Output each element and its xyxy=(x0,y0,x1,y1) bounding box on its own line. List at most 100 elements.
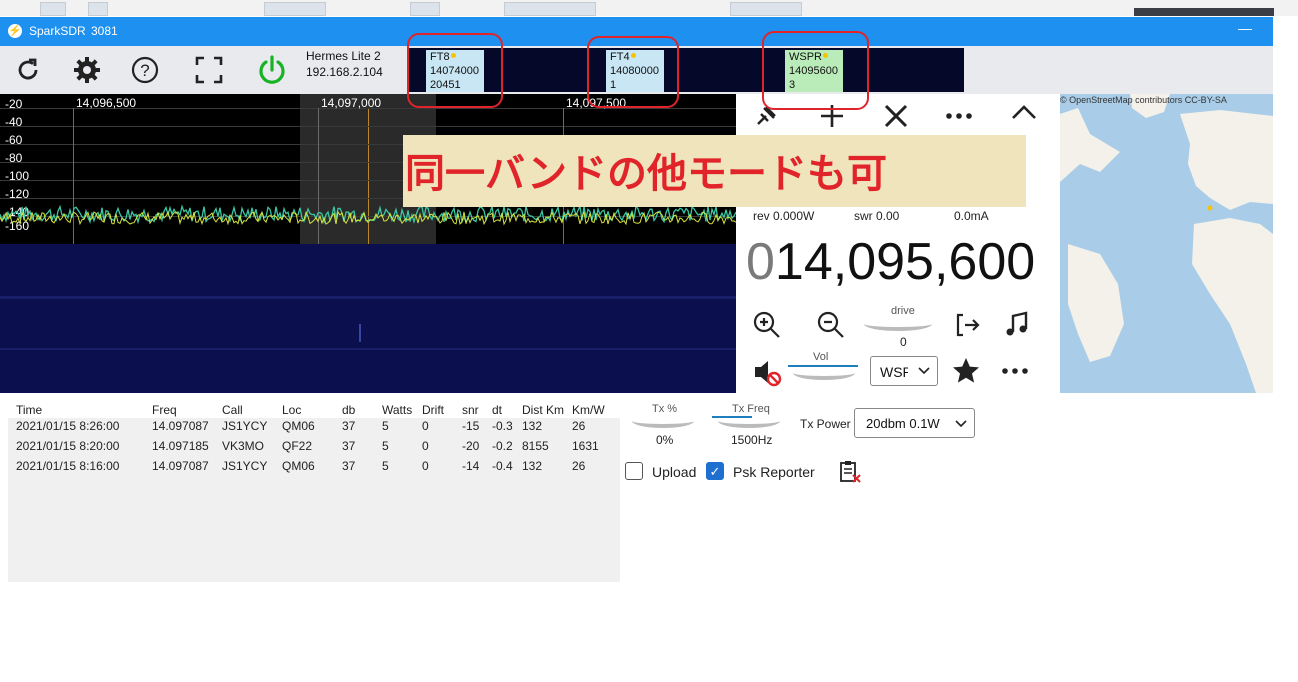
cell-loc: QF22 xyxy=(282,439,313,453)
col-dist[interactable]: Dist Km xyxy=(522,403,564,417)
clear-clipboard-icon[interactable] xyxy=(838,459,864,490)
more-options-icon[interactable] xyxy=(1000,356,1030,392)
mute-icon[interactable] xyxy=(752,356,784,394)
tx-freq-slider[interactable] xyxy=(718,414,780,428)
col-watts[interactable]: Watts xyxy=(382,403,412,417)
taskbar-item xyxy=(730,2,802,16)
drive-label: drive xyxy=(891,305,915,317)
col-db[interactable]: db xyxy=(342,403,355,417)
upload-checkbox[interactable] xyxy=(625,462,643,480)
col-dt[interactable]: dt xyxy=(492,403,502,417)
annotation-text: 同一バンドの他モードも可 xyxy=(405,152,887,196)
table-row[interactable]: 2021/01/15 8:26:00 14.097087 JS1YCY QM06… xyxy=(8,418,620,438)
cell-time: 2021/01/15 8:26:00 xyxy=(16,419,120,433)
volume-slider[interactable] xyxy=(793,366,855,380)
psk-reporter-label: Psk Reporter xyxy=(733,464,815,480)
music-icon[interactable] xyxy=(1002,310,1032,346)
svg-text:?: ? xyxy=(140,61,149,80)
col-drift[interactable]: Drift xyxy=(422,403,444,417)
refresh-icon[interactable] xyxy=(12,54,44,86)
drive-value: 0 xyxy=(900,335,907,349)
taskbar-item xyxy=(504,2,596,16)
zoom-out-icon[interactable] xyxy=(816,310,846,346)
minimize-button[interactable]: — xyxy=(1238,20,1252,36)
close-icon[interactable] xyxy=(882,102,910,136)
help-icon[interactable]: ? xyxy=(129,54,161,86)
waterfall-display[interactable] xyxy=(0,244,736,393)
mode-select[interactable]: WSPR xyxy=(870,356,938,386)
power-icon[interactable] xyxy=(256,54,288,86)
table-row[interactable]: 2021/01/15 8:20:00 14.097185 VK3MO QF22 … xyxy=(8,438,620,458)
chevron-down-icon xyxy=(954,418,968,433)
upload-label: Upload xyxy=(652,464,697,480)
exit-icon[interactable] xyxy=(952,310,982,346)
star-icon[interactable] xyxy=(951,356,981,392)
taskbar-item xyxy=(264,2,326,16)
decode-table: Time Freq Call Loc db Watts Drift snr dt… xyxy=(8,400,620,582)
tx-percent-value: 0% xyxy=(656,433,674,447)
taskbar-item xyxy=(88,2,108,16)
cell-drift: 0 xyxy=(422,439,429,453)
col-call[interactable]: Call xyxy=(222,403,243,417)
cell-snr: -14 xyxy=(462,459,480,473)
gear-icon[interactable] xyxy=(71,54,103,86)
taskbar-strip xyxy=(0,0,1298,16)
psk-reporter-checkbox[interactable]: ✓ xyxy=(706,462,724,480)
tx-power-select[interactable]: 20dbm 0.1W xyxy=(854,408,975,438)
cell-watts: 5 xyxy=(382,439,389,453)
taskbar-dark-block xyxy=(1134,8,1274,16)
app-port: 3081 xyxy=(91,24,118,38)
table-header: Time Freq Call Loc db Watts Drift snr dt… xyxy=(8,400,620,418)
zoom-in-icon[interactable] xyxy=(752,310,782,346)
highlight-ft4 xyxy=(587,36,679,108)
frequency-display[interactable]: 014,095,600 xyxy=(746,232,1035,292)
cell-snr: -15 xyxy=(462,419,480,433)
mode-select-value: WSPR xyxy=(880,364,908,380)
cell-time: 2021/01/15 8:16:00 xyxy=(16,459,120,473)
app-title: SparkSDR xyxy=(29,24,86,38)
cell-watts: 5 xyxy=(382,459,389,473)
waterfall-texture xyxy=(0,244,736,393)
cell-watts: 5 xyxy=(382,419,389,433)
cell-freq: 14.097185 xyxy=(152,439,209,453)
cell-freq: 14.097087 xyxy=(152,419,209,433)
cell-snr: -20 xyxy=(462,439,480,453)
cell-dt: -0.3 xyxy=(492,419,513,433)
tx-power-label: Tx Power xyxy=(800,417,851,431)
cell-drift: 0 xyxy=(422,459,429,473)
chevron-down-icon xyxy=(917,364,931,382)
drive-slider[interactable] xyxy=(864,317,932,331)
cell-loc: QM06 xyxy=(282,459,315,473)
map-landmass xyxy=(1060,94,1273,393)
taskbar-item xyxy=(40,2,66,16)
cell-drift: 0 xyxy=(422,419,429,433)
cell-db: 37 xyxy=(342,439,356,453)
frequency-value: 14,095,600 xyxy=(774,233,1036,291)
tx-freq-value: 1500Hz xyxy=(731,433,773,447)
col-freq[interactable]: Freq xyxy=(152,403,177,417)
cell-kmw: 26 xyxy=(572,459,586,473)
cell-dt: -0.4 xyxy=(492,459,513,473)
cell-freq: 14.097087 xyxy=(152,459,209,473)
cell-kmw: 1631 xyxy=(572,439,599,453)
col-snr[interactable]: snr xyxy=(462,403,479,417)
cell-time: 2021/01/15 8:20:00 xyxy=(16,439,120,453)
highlight-ft8 xyxy=(407,33,503,108)
swr-meter: swr 0.00 xyxy=(854,209,900,223)
table-row[interactable]: 2021/01/15 8:16:00 14.097087 JS1YCY QM06… xyxy=(8,458,620,478)
col-time[interactable]: Time xyxy=(16,403,42,417)
world-map[interactable]: © OpenStreetMap contributors CC-BY-SA xyxy=(1060,94,1273,393)
chevron-up-icon[interactable] xyxy=(1010,98,1038,132)
frequency-lead-digit: 0 xyxy=(746,233,775,291)
cell-dist: 132 xyxy=(522,459,543,473)
col-loc[interactable]: Loc xyxy=(282,403,301,417)
col-kmw[interactable]: Km/W xyxy=(572,403,605,417)
cell-dist: 8155 xyxy=(522,439,549,453)
device-ip: 192.168.2.104 xyxy=(306,65,383,79)
fullscreen-icon[interactable] xyxy=(193,54,225,86)
more-icon[interactable] xyxy=(944,102,974,136)
annotation-banner: 同一バンドの他モードも可 xyxy=(403,135,1026,207)
tx-percent-slider[interactable] xyxy=(632,414,694,428)
rev-power: rev 0.000W xyxy=(753,209,815,223)
device-name: Hermes Lite 2 xyxy=(306,49,381,63)
